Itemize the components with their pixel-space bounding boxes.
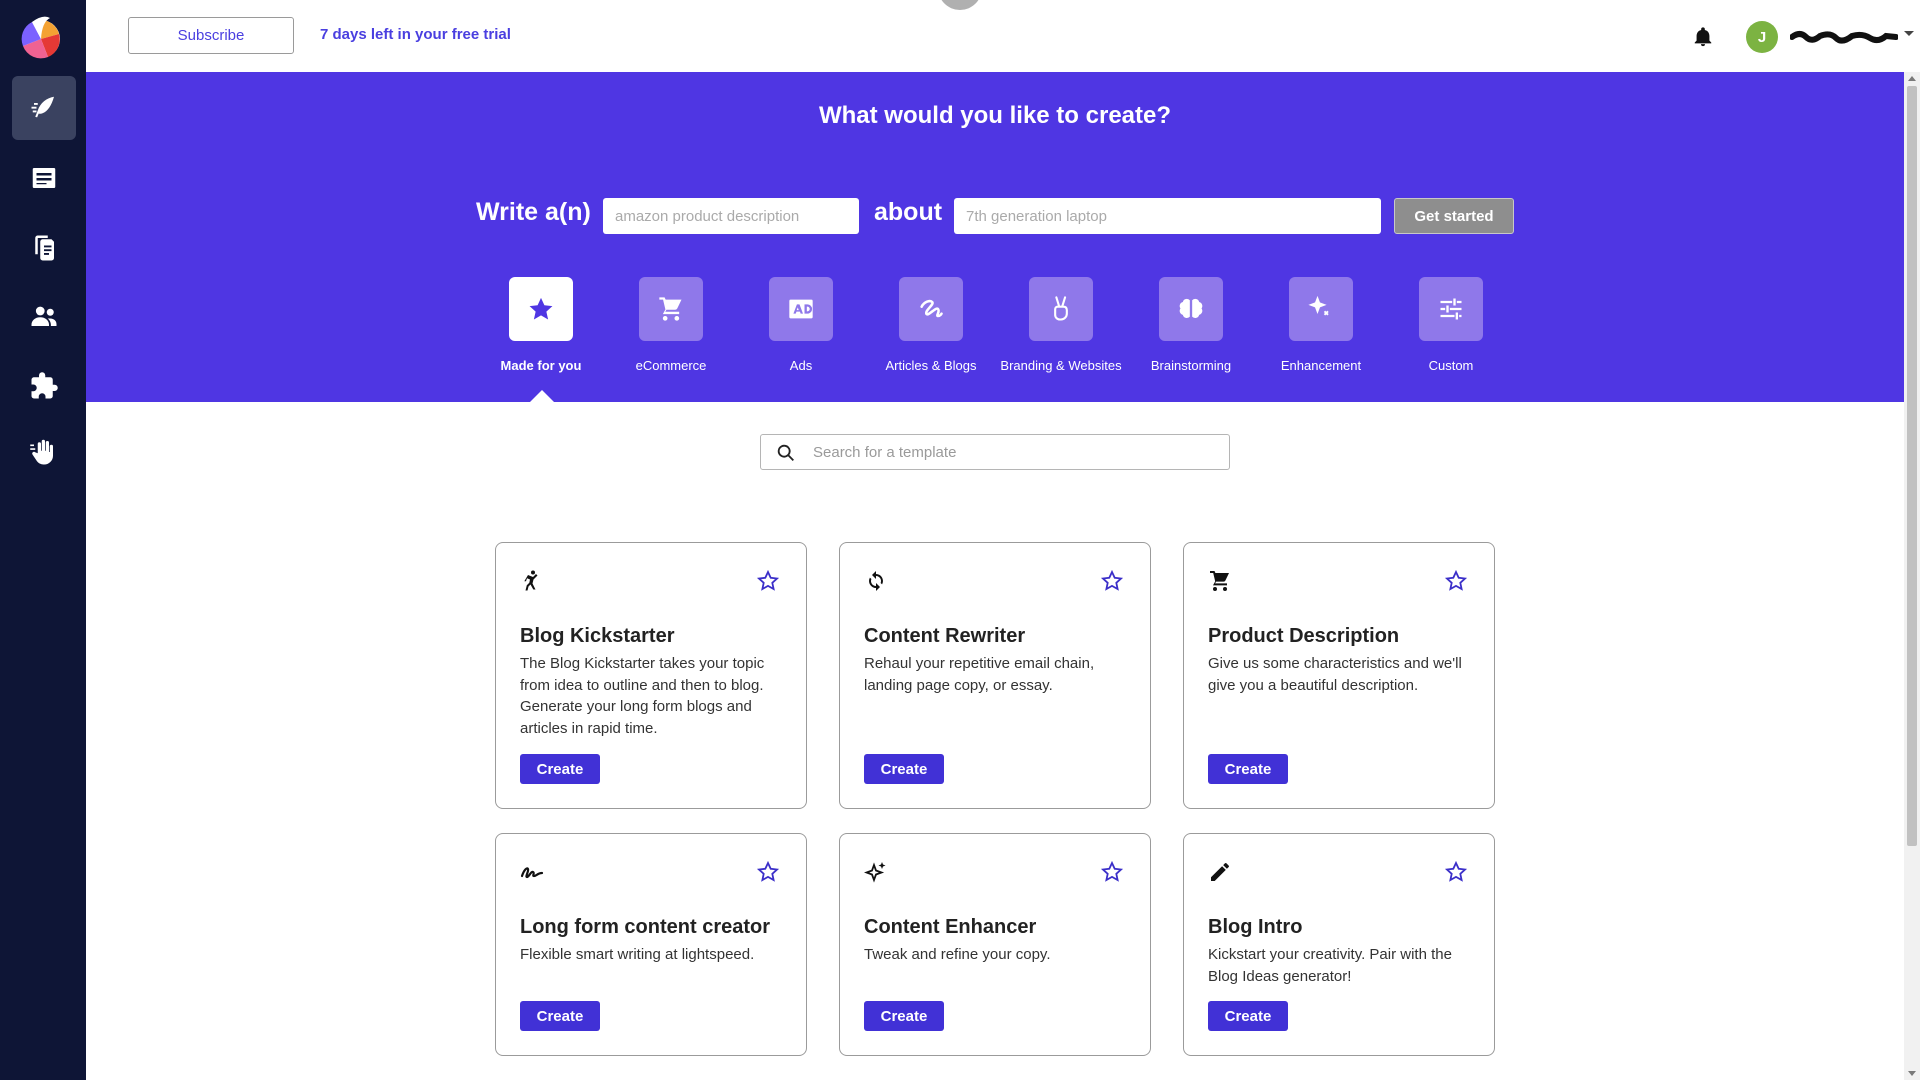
create-hero: What would you like to create? Write a(n…	[86, 72, 1904, 402]
card-title: Blog Intro	[1208, 916, 1303, 938]
template-search[interactable]	[760, 434, 1230, 470]
trial-notice[interactable]: 7 days left in your free trial	[320, 26, 511, 43]
create-button[interactable]: Create	[864, 754, 944, 784]
topic-input[interactable]	[954, 198, 1381, 234]
category-ecommerce[interactable]: eCommerce	[606, 277, 736, 373]
search-input[interactable]	[813, 435, 1213, 469]
cart-icon	[1208, 569, 1232, 593]
quill-icon	[31, 96, 54, 118]
hero-title: What would you like to create?	[818, 102, 1172, 129]
card-title: Content Enhancer	[864, 916, 1037, 938]
template-card-content-enhancer[interactable]: Content Enhancer Tweak and refine your c…	[839, 833, 1151, 1056]
category-label: Branding & Websites	[1000, 358, 1122, 373]
sparkle-icon	[1308, 295, 1329, 316]
category-made-for-you[interactable]: Made for you	[476, 277, 606, 373]
about-label: about	[874, 198, 943, 226]
sidebar	[0, 0, 86, 1080]
favorite-star-icon[interactable]	[1444, 860, 1468, 884]
sliders-icon	[1440, 298, 1462, 320]
create-button[interactable]: Create	[864, 1001, 944, 1031]
sidebar-item-help[interactable]	[12, 420, 76, 484]
ad-icon	[789, 299, 813, 319]
category-branding-websites[interactable]: Branding & Websites	[996, 277, 1126, 373]
create-button[interactable]: Create	[1208, 1001, 1288, 1031]
search-icon	[777, 444, 794, 461]
username-redacted[interactable]	[1789, 28, 1899, 44]
favorite-star-icon[interactable]	[756, 860, 780, 884]
hand-icon	[30, 439, 54, 465]
pencil-icon	[1208, 860, 1232, 884]
sidebar-item-integrations[interactable]	[12, 354, 76, 418]
favorite-star-icon[interactable]	[756, 569, 780, 593]
avatar[interactable]: J	[1746, 21, 1778, 53]
app-logo[interactable]	[18, 14, 64, 60]
refresh-icon	[864, 569, 888, 593]
category-enhancement[interactable]: Enhancement	[1256, 277, 1386, 373]
favorite-star-icon[interactable]	[1100, 860, 1124, 884]
sparkles-icon	[863, 860, 888, 884]
cart-icon	[659, 297, 682, 321]
sidebar-item-documents[interactable]	[12, 146, 76, 210]
category-custom[interactable]: Custom	[1386, 277, 1516, 373]
top-bar: Subscribe 7 days left in your free trial…	[86, 0, 1920, 72]
category-label: Ads	[789, 358, 813, 373]
scroll-thumb[interactable]	[1907, 86, 1917, 846]
squiggle-icon	[920, 299, 943, 318]
signature-icon	[520, 860, 544, 884]
victory-hand-icon	[1054, 296, 1068, 321]
card-description: Tweak and refine your copy.	[864, 946, 1051, 963]
top-handle[interactable]	[938, 0, 982, 10]
content-type-input[interactable]	[603, 198, 859, 234]
category-label: Custom	[1428, 358, 1474, 373]
card-title: Content Rewriter	[864, 625, 1026, 647]
category-label: Made for you	[500, 358, 582, 373]
sidebar-item-team[interactable]	[12, 284, 76, 348]
card-description: Rehaul your repetitive email chain, land…	[864, 655, 1095, 694]
card-description: Flexible smart writing at lightspeed.	[520, 946, 755, 963]
category-brainstorming[interactable]: Brainstorming	[1126, 277, 1256, 373]
category-label: Enhancement	[1280, 358, 1362, 373]
puzzle-icon	[31, 372, 58, 399]
template-card-long-form[interactable]: Long form content creator Flexible smart…	[495, 833, 807, 1056]
card-description: The Blog Kickstarter takes your topic fr…	[520, 655, 765, 737]
page-scrollbar[interactable]	[1904, 72, 1920, 1080]
bell-icon[interactable]	[1692, 26, 1714, 48]
category-label: eCommerce	[635, 358, 707, 373]
template-card-blog-kickstarter[interactable]: Blog Kickstarter The Blog Kickstarter ta…	[495, 542, 807, 809]
sidebar-item-files[interactable]	[12, 216, 76, 280]
category-articles-blogs[interactable]: Articles & Blogs	[866, 277, 996, 373]
favorite-star-icon[interactable]	[1444, 569, 1468, 593]
scroll-up-arrow[interactable]	[1908, 76, 1916, 81]
template-card-blog-intro[interactable]: Blog Intro Kickstart your creativity. Pa…	[1183, 833, 1495, 1056]
create-button[interactable]: Create	[520, 1001, 600, 1031]
card-description: Give us some characteristics and we'll g…	[1208, 655, 1462, 694]
category-ads[interactable]: Ads	[736, 277, 866, 373]
create-button[interactable]: Create	[1208, 754, 1288, 784]
template-card-content-rewriter[interactable]: Content Rewriter Rehaul your repetitive …	[839, 542, 1151, 809]
write-label: Write a(n)	[476, 198, 591, 226]
documents-icon	[32, 168, 56, 188]
favorite-star-icon[interactable]	[1100, 569, 1124, 593]
kick-icon	[520, 569, 544, 593]
subscribe-button[interactable]: Subscribe	[128, 17, 294, 54]
card-title: Product Description	[1208, 625, 1400, 647]
star-icon	[529, 297, 553, 320]
scroll-down-arrow[interactable]	[1908, 1071, 1916, 1076]
team-icon	[31, 306, 57, 326]
template-card-product-description[interactable]: Product Description Give us some charact…	[1183, 542, 1495, 809]
chevron-down-icon[interactable]	[1900, 24, 1918, 42]
category-label: Articles & Blogs	[885, 358, 977, 373]
sidebar-item-write[interactable]	[12, 76, 76, 140]
card-title: Long form content creator	[520, 916, 771, 938]
create-button[interactable]: Create	[520, 754, 600, 784]
card-description: Kickstart your creativity. Pair with the…	[1208, 946, 1452, 985]
active-category-pointer	[530, 390, 554, 402]
files-icon	[35, 235, 54, 261]
get-started-button[interactable]: Get started	[1394, 198, 1514, 234]
category-label: Brainstorming	[1150, 358, 1232, 373]
card-title: Blog Kickstarter	[520, 625, 675, 647]
brain-icon	[1179, 298, 1203, 318]
